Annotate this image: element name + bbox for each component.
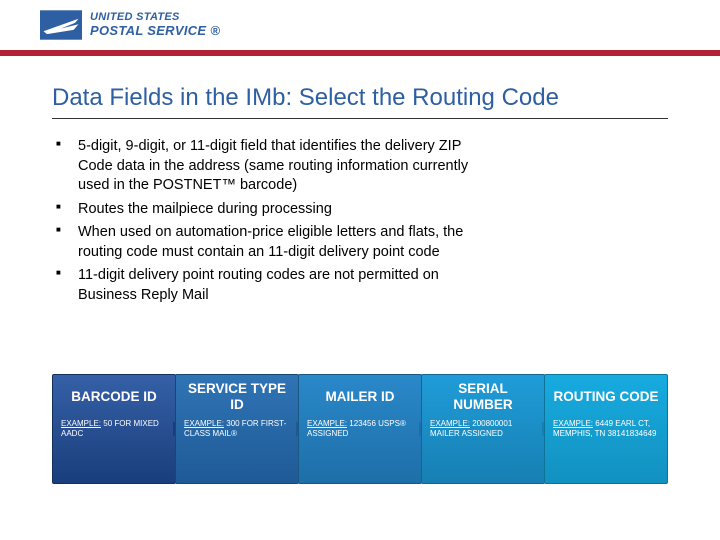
box-example: EXAMPLE: 300 FOR FIRST-CLASS MAIL® <box>184 419 290 439</box>
field-boxes-row: BARCODE ID EXAMPLE: 50 FOR MIXED AADC SE… <box>52 374 668 484</box>
list-item: Routes the mailpiece during processing <box>56 200 482 220</box>
box-example: EXAMPLE: 123456 USPS® ASSIGNED <box>307 419 413 439</box>
brand-text: UNITED STATES POSTAL SERVICE ® <box>90 12 220 37</box>
list-item: When used on automation-price eligible l… <box>56 223 482 262</box>
brand-header: UNITED STATES POSTAL SERVICE ® <box>0 0 720 50</box>
box-title: SERIAL NUMBER <box>430 381 536 413</box>
box-barcode-id: BARCODE ID EXAMPLE: 50 FOR MIXED AADC <box>52 374 176 484</box>
box-title: SERVICE TYPE ID <box>184 381 290 413</box>
slide: UNITED STATES POSTAL SERVICE ® Data Fiel… <box>0 0 720 540</box>
box-example: EXAMPLE: 50 FOR MIXED AADC <box>61 419 167 439</box>
box-serial-number: SERIAL NUMBER EXAMPLE: 200800001 MAILER … <box>421 374 545 484</box>
bullet-list: 5-digit, 9-digit, or 11-digit field that… <box>52 137 482 306</box>
brand-line2: POSTAL SERVICE ® <box>90 24 220 38</box>
box-mailer-id: MAILER ID EXAMPLE: 123456 USPS® ASSIGNED <box>298 374 422 484</box>
content-area: Data Fields in the IMb: Select the Routi… <box>0 56 720 306</box>
list-item: 11-digit delivery point routing codes ar… <box>56 266 482 305</box>
list-item: 5-digit, 9-digit, or 11-digit field that… <box>56 137 482 196</box>
page-title: Data Fields in the IMb: Select the Routi… <box>52 84 668 119</box>
box-example: EXAMPLE: 200800001 MAILER ASSIGNED <box>430 419 536 439</box>
box-title: ROUTING CODE <box>553 381 659 413</box>
usps-eagle-icon <box>40 10 82 40</box>
box-example: EXAMPLE: 6449 EARL CT, MEMPHIS, TN 38141… <box>553 419 659 439</box>
box-title: BARCODE ID <box>61 381 167 413</box>
box-service-type-id: SERVICE TYPE ID EXAMPLE: 300 FOR FIRST-C… <box>175 374 299 484</box>
box-title: MAILER ID <box>307 381 413 413</box>
box-routing-code: ROUTING CODE EXAMPLE: 6449 EARL CT, MEMP… <box>544 374 668 484</box>
